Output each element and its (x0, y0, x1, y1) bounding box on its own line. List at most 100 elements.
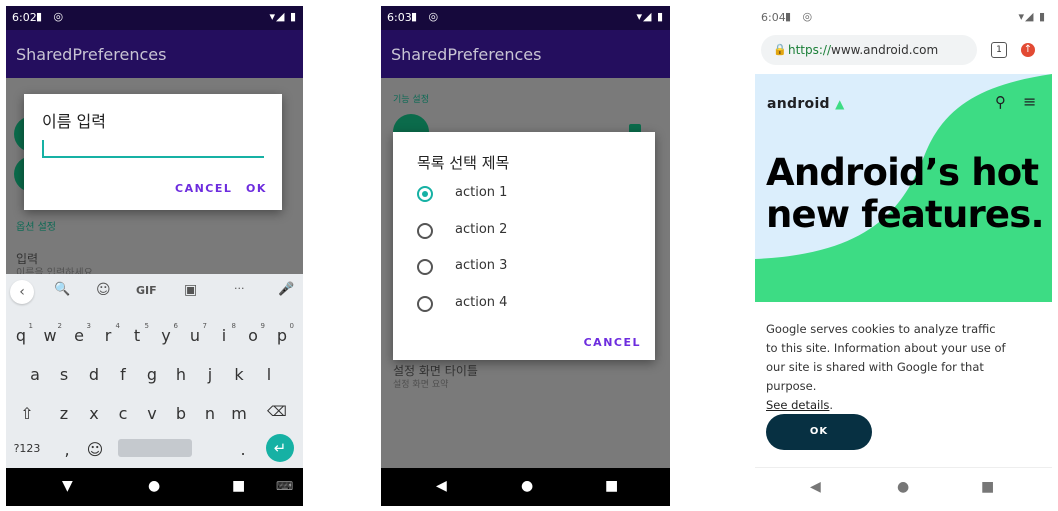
option-label: action 4 (455, 295, 508, 310)
radio-option[interactable]: action 1 (417, 182, 637, 210)
key-f[interactable]: f (110, 365, 136, 384)
key-h[interactable]: h (168, 365, 194, 384)
keyboard-toolbar: ‹ 🔍 ☺ GIF ▣ ··· 🎤 (6, 274, 303, 308)
key-m[interactable]: m (226, 404, 252, 423)
cookie-ok-button[interactable]: OK (766, 414, 872, 450)
key-u[interactable]: u7 (182, 322, 208, 345)
text-caret (42, 140, 44, 156)
back-icon[interactable]: ▼ (62, 478, 73, 494)
cancel-button[interactable]: CANCEL (584, 336, 641, 349)
back-arrow-icon[interactable]: ‹ (10, 280, 34, 304)
phone-screen-list-dialog: 6:03 ▮ ◎ ▾◢ ▮ SharedPreferences 기능 설정 설정… (381, 6, 670, 506)
key-l[interactable]: l (256, 365, 282, 384)
navigation-bar: ◀ ● ■ (381, 468, 670, 506)
option-label: action 1 (455, 185, 508, 200)
radio-unselected-icon (417, 259, 433, 275)
key-p[interactable]: p0 (269, 322, 295, 345)
emoji-icon[interactable]: ☺ (82, 440, 108, 459)
key-label: y (161, 326, 171, 345)
key-j[interactable]: j (197, 365, 223, 384)
dialog-title: 목록 선택 제목 (417, 154, 510, 172)
key-hint: 3 (86, 322, 91, 330)
key-w[interactable]: w2 (37, 322, 63, 345)
cancel-button[interactable]: CANCEL (175, 182, 232, 195)
enter-icon[interactable]: ↵ (266, 434, 294, 462)
hero-headline: Android’s hot new features. (766, 151, 1045, 236)
key-label: i (221, 326, 227, 345)
status-bar: 6:03 ▮ ◎ ▾◢ ▮ (381, 6, 670, 30)
preference-summary: 설정 화면 요약 (393, 380, 449, 390)
key-x[interactable]: x (81, 404, 107, 423)
phone-screen-browser: 6:04 ▮ ◎ ▾◢ ▮ 🔒 https://www.android.com … (755, 6, 1052, 506)
key-d[interactable]: d (81, 365, 107, 384)
symbols-key[interactable]: ?123 (12, 442, 42, 455)
more-icon[interactable]: ··· (234, 282, 245, 295)
key-label: e (74, 326, 84, 345)
logo-text: android (767, 96, 830, 112)
key-t[interactable]: t5 (124, 322, 150, 345)
hamburger-menu-icon[interactable]: ≡ (1023, 92, 1036, 111)
hero-banner: android ▲ ⚲ ≡ Android’s hot new features… (755, 74, 1052, 302)
key-hint: 8 (231, 322, 236, 330)
comma-key[interactable]: , (54, 440, 80, 459)
soft-keyboard: ‹ 🔍 ☺ GIF ▣ ··· 🎤 q1 w2 e3 r4 t5 y6 u7 i… (6, 274, 303, 469)
key-c[interactable]: c (110, 404, 136, 423)
key-label: o (248, 326, 258, 345)
key-r[interactable]: r4 (95, 322, 121, 345)
dialog-title: 이름 입력 (42, 112, 106, 131)
key-hint: 4 (115, 322, 120, 330)
period-key[interactable]: . (230, 440, 256, 459)
microphone-icon[interactable]: 🎤 (278, 282, 294, 297)
home-icon[interactable]: ● (521, 478, 533, 494)
back-icon[interactable]: ◀ (810, 479, 821, 495)
tab-switcher-icon[interactable]: 1 (991, 42, 1007, 58)
address-bar[interactable]: 🔒 https://www.android.com (761, 35, 977, 65)
key-y[interactable]: y6 (153, 322, 179, 345)
search-icon[interactable]: 🔍 (54, 282, 70, 297)
home-icon[interactable]: ● (897, 479, 909, 495)
key-label: q (15, 326, 27, 345)
radio-option[interactable]: action 2 (417, 219, 637, 247)
see-details-link[interactable]: See details (766, 398, 829, 412)
key-hint: 0 (289, 322, 294, 330)
update-icon[interactable]: ↑ (1021, 43, 1035, 57)
recents-icon[interactable]: ■ (981, 479, 994, 495)
key-i[interactable]: i8 (211, 322, 237, 345)
name-input-field[interactable] (42, 140, 264, 158)
key-label: p (276, 326, 288, 345)
sticker-icon[interactable]: ☺ (96, 282, 111, 298)
keyboard-switch-icon[interactable]: ⌨ (276, 479, 293, 493)
key-b[interactable]: b (168, 404, 194, 423)
recents-icon[interactable]: ■ (232, 478, 245, 494)
key-g[interactable]: g (139, 365, 165, 384)
key-e[interactable]: e3 (66, 322, 92, 345)
preference-category: 옵션 설정 (16, 222, 56, 233)
search-icon[interactable]: ⚲ (995, 93, 1006, 111)
key-o[interactable]: o9 (240, 322, 266, 345)
key-hint: 9 (260, 322, 265, 330)
key-s[interactable]: s (51, 365, 77, 384)
key-q[interactable]: q1 (8, 322, 34, 345)
key-v[interactable]: v (139, 404, 165, 423)
translate-icon[interactable]: ▣ (184, 282, 197, 298)
url-host: www.android.com (831, 43, 939, 57)
home-icon[interactable]: ● (148, 478, 160, 494)
status-notification-icons: ▮ ◎ (411, 10, 443, 23)
space-bar[interactable] (118, 439, 192, 457)
key-z[interactable]: z (51, 404, 77, 423)
gif-icon[interactable]: GIF (136, 284, 157, 297)
backspace-icon[interactable]: ⌫ (264, 404, 290, 420)
key-a[interactable]: a (22, 365, 48, 384)
recents-icon[interactable]: ■ (605, 478, 618, 494)
radio-unselected-icon (417, 223, 433, 239)
ok-button[interactable]: OK (246, 182, 267, 195)
key-n[interactable]: n (197, 404, 223, 423)
back-icon[interactable]: ◀ (436, 478, 447, 494)
radio-option[interactable]: action 3 (417, 255, 637, 283)
status-signal-battery-icon: ▾◢ ▮ (1018, 10, 1046, 23)
radio-option[interactable]: action 4 (417, 292, 637, 320)
navigation-bar: ◀ ● ■ (755, 467, 1052, 506)
key-k[interactable]: k (226, 365, 252, 384)
shift-key-icon[interactable]: ⇧ (14, 404, 40, 423)
android-logo[interactable]: android ▲ (767, 96, 845, 112)
